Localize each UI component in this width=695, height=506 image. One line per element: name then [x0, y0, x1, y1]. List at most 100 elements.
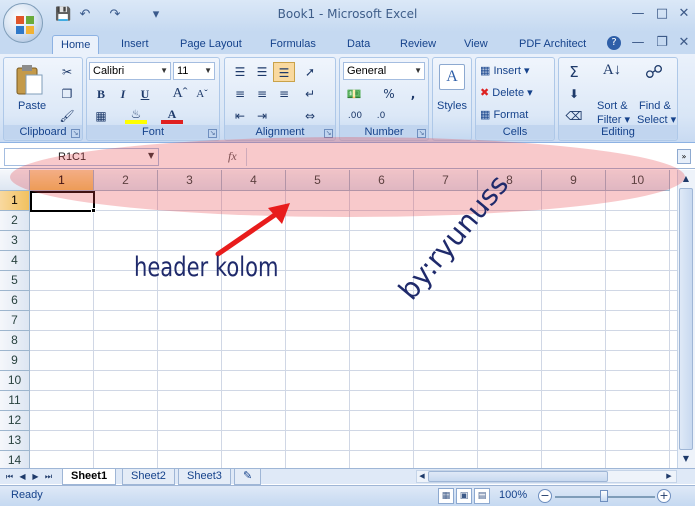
sheet-tab-sheet2[interactable]: Sheet2 — [122, 469, 175, 485]
insert-cells-button[interactable]: ▦ Insert ▾ — [480, 64, 530, 77]
shrink-font-icon[interactable]: Aˇ — [191, 84, 213, 104]
clipboard-launcher-icon[interactable]: ↘ — [71, 129, 80, 138]
maximize-icon[interactable]: □ — [652, 6, 672, 22]
row-header-7[interactable]: 7 — [0, 311, 30, 331]
prev-sheet-icon[interactable]: ◀ — [17, 470, 28, 483]
increase-decimal-icon[interactable]: .00 — [344, 106, 366, 126]
wrap-text-icon[interactable]: ↵ — [299, 84, 321, 104]
row-header-13[interactable]: 13 — [0, 431, 30, 451]
sheet-tab-sheet1[interactable]: Sheet1 — [62, 469, 117, 485]
first-sheet-icon[interactable]: ⏮ — [4, 470, 15, 483]
ribbon-restore-icon[interactable]: ❐ — [652, 35, 672, 51]
office-button[interactable] — [3, 3, 43, 43]
tab-view[interactable]: View — [456, 35, 496, 54]
number-format-select[interactable]: General ▼ — [343, 62, 425, 80]
row-header-3[interactable]: 3 — [0, 231, 30, 251]
fill-color-icon[interactable]: ♨ — [125, 106, 147, 124]
ribbon-minimize-icon[interactable]: — — [628, 35, 648, 51]
close-icon[interactable]: ✕ — [674, 6, 694, 22]
row-header-8[interactable]: 8 — [0, 331, 30, 351]
ribbon-close-icon[interactable]: ✕ — [674, 35, 694, 51]
align-bottom-icon[interactable]: ☰ — [273, 62, 295, 82]
font-launcher-icon[interactable]: ↘ — [208, 129, 217, 138]
borders-icon[interactable]: ▦ — [90, 106, 112, 126]
tab-home[interactable]: Home — [52, 35, 100, 54]
page-layout-view-icon[interactable]: ▣ — [456, 488, 472, 504]
sheet-tab-sheet3[interactable]: Sheet3 — [178, 469, 231, 485]
align-right-icon[interactable]: ≡ — [273, 84, 295, 104]
increase-indent-icon[interactable]: ⇥ — [251, 106, 273, 126]
tab-insert[interactable]: Insert — [113, 35, 157, 54]
tab-pdf-architect[interactable]: PDF Architect — [511, 35, 594, 54]
zoom-out-icon[interactable]: − — [538, 489, 552, 503]
paste-icon[interactable] — [12, 62, 46, 96]
font-color-icon[interactable]: A — [161, 106, 183, 124]
merge-center-icon[interactable]: ⇔ — [299, 106, 321, 126]
styles-icon[interactable]: A — [439, 64, 465, 90]
row-header-10[interactable]: 10 — [0, 371, 30, 391]
fill-icon[interactable]: ⬇ — [563, 84, 585, 104]
format-painter-icon[interactable]: 🖌 — [56, 106, 78, 126]
align-left-icon[interactable]: ≡ — [229, 84, 251, 104]
autosum-icon[interactable]: Σ — [563, 62, 585, 82]
orientation-icon[interactable]: ➚ — [299, 62, 321, 82]
tab-data[interactable]: Data — [339, 35, 378, 54]
zoom-slider-thumb[interactable] — [600, 490, 608, 502]
scroll-left-icon[interactable]: ◀ — [417, 471, 427, 482]
next-sheet-icon[interactable]: ▶ — [30, 470, 41, 483]
row-header-14[interactable]: 14 — [0, 451, 30, 468]
normal-view-icon[interactable]: ▦ — [438, 488, 454, 504]
bold-icon[interactable]: B — [90, 84, 112, 104]
zoom-level[interactable]: 100% — [499, 489, 527, 501]
row-header-6[interactable]: 6 — [0, 291, 30, 311]
scroll-right-icon[interactable]: ▶ — [664, 471, 674, 482]
italic-icon[interactable]: I — [112, 84, 134, 104]
scroll-down-icon[interactable]: ▼ — [679, 452, 693, 466]
tab-page-layout[interactable]: Page Layout — [172, 35, 250, 54]
insert-sheet-icon[interactable]: ✎ — [234, 469, 262, 485]
underline-icon[interactable]: U — [134, 84, 156, 104]
page-break-view-icon[interactable]: ▤ — [474, 488, 490, 504]
cut-icon[interactable]: ✂ — [56, 62, 78, 82]
binoculars-icon[interactable]: ☍ — [641, 62, 667, 88]
expand-formula-bar-icon[interactable]: » — [677, 149, 691, 164]
row-header-9[interactable]: 9 — [0, 351, 30, 371]
find-label[interactable]: Find & — [639, 100, 671, 112]
row-header-11[interactable]: 11 — [0, 391, 30, 411]
row-header-5[interactable]: 5 — [0, 271, 30, 291]
grow-font-icon[interactable]: Aˆ — [169, 84, 191, 104]
vertical-scroll-thumb[interactable] — [679, 188, 693, 450]
align-top-icon[interactable]: ☰ — [229, 62, 251, 82]
font-family-select[interactable]: Calibri ▼ — [89, 62, 171, 80]
align-center-icon[interactable]: ≡ — [251, 84, 273, 104]
row-header-2[interactable]: 2 — [0, 211, 30, 231]
minimize-icon[interactable]: — — [628, 6, 648, 22]
percent-icon[interactable]: % — [378, 84, 400, 104]
format-cells-button[interactable]: ▦ Format — [480, 108, 528, 121]
currency-icon[interactable]: 💵 — [343, 84, 365, 104]
grid-hline — [30, 430, 677, 431]
decrease-decimal-icon[interactable]: .0 — [370, 106, 392, 126]
number-launcher-icon[interactable]: ↘ — [417, 129, 426, 138]
clear-icon[interactable]: ⌫ — [563, 106, 585, 126]
sort-label[interactable]: Sort & — [597, 100, 628, 112]
fill-handle[interactable] — [91, 208, 96, 213]
tab-formulas[interactable]: Formulas — [262, 35, 324, 54]
horizontal-scroll-thumb[interactable] — [428, 471, 608, 482]
delete-cells-button[interactable]: ✖ Delete ▾ — [480, 86, 533, 99]
tab-review[interactable]: Review — [392, 35, 444, 54]
sort-filter-icon[interactable]: A↓ — [599, 62, 625, 88]
help-icon[interactable]: ? — [607, 36, 621, 50]
decrease-indent-icon[interactable]: ⇤ — [229, 106, 251, 126]
font-size-select[interactable]: 11 ▼ — [173, 62, 215, 80]
align-middle-icon[interactable]: ☰ — [251, 62, 273, 82]
row-header-12[interactable]: 12 — [0, 411, 30, 431]
last-sheet-icon[interactable]: ⏭ — [43, 470, 54, 483]
row-header-4[interactable]: 4 — [0, 251, 30, 271]
row-header-1[interactable]: 1 — [0, 191, 30, 211]
styles-label[interactable]: Styles — [437, 100, 467, 112]
copy-icon[interactable]: ❐ — [56, 84, 78, 104]
zoom-in-icon[interactable]: + — [657, 489, 671, 503]
paste-label[interactable]: Paste — [18, 100, 46, 112]
comma-icon[interactable]: , — [402, 84, 424, 104]
